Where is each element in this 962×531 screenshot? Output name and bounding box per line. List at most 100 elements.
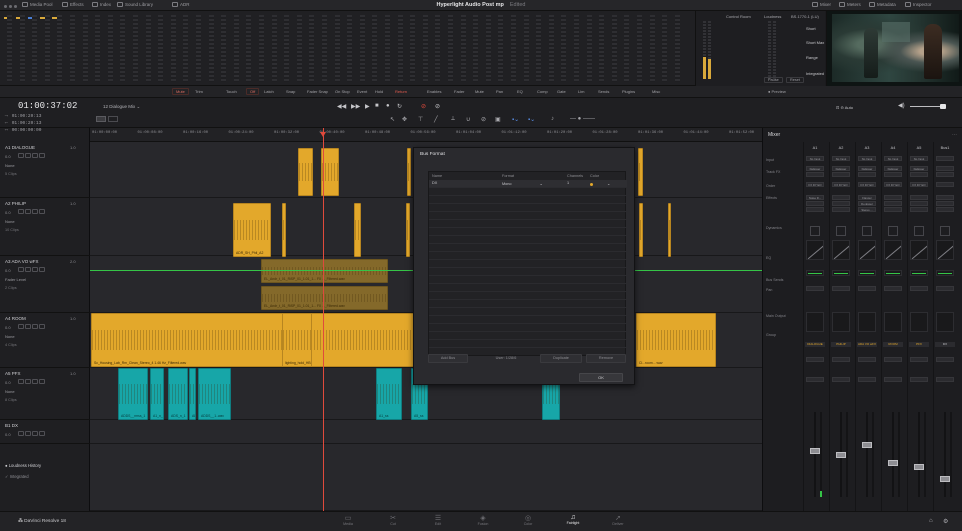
record-arm-icon[interactable] (25, 324, 31, 329)
chevron-down-icon[interactable]: ⌄ (607, 181, 610, 186)
group-slot[interactable] (910, 357, 928, 362)
loudness-reset-button[interactable]: Reset (786, 77, 804, 83)
loop-icon[interactable]: ↻ (397, 103, 402, 110)
main-volume-slider[interactable] (910, 106, 944, 107)
effect-slot[interactable] (936, 201, 954, 206)
volume-icon[interactable]: ◀) (898, 102, 905, 109)
automation-touch-button[interactable]: Touch (226, 89, 237, 94)
automation-pan-button[interactable]: Pan (496, 89, 503, 94)
track-volume[interactable]: 0.0 (5, 210, 11, 215)
effect-slot[interactable] (832, 207, 850, 212)
effect-slot[interactable] (910, 207, 928, 212)
main-volume-handle[interactable] (940, 104, 946, 109)
dynamics-knob[interactable] (914, 226, 924, 236)
effect-slot[interactable] (936, 195, 954, 200)
track-lane[interactable] (90, 420, 762, 444)
bus-send-slot[interactable] (936, 286, 954, 291)
effect-slot[interactable] (936, 207, 954, 212)
eq-graph[interactable] (936, 270, 954, 276)
fast-forward-icon[interactable]: ▶▶ (351, 103, 360, 110)
automation-on-stop-button[interactable]: On Stop (335, 89, 350, 94)
group-slot[interactable] (936, 357, 954, 362)
group-slot[interactable] (806, 357, 824, 362)
metadata-toggle-button[interactable]: Metadata (869, 2, 896, 7)
audio-clip[interactable]: Sc_Housing_Lab_Rm_Clean_Stereo_4 1.46 Hz… (91, 313, 416, 367)
solo-button[interactable] (32, 267, 38, 272)
duplicate-button[interactable]: Duplicate (540, 354, 582, 363)
track-volume[interactable]: 0.0 (5, 268, 11, 273)
range-tool-icon[interactable]: ✥ (402, 116, 407, 123)
track-header-a2[interactable]: A2 PHILIP 1.0 0.0 None 10 Clips (0, 198, 90, 256)
audio-clip[interactable]: A1_n_1 (150, 368, 164, 420)
pan-control[interactable] (936, 312, 954, 332)
solo-button[interactable] (32, 379, 38, 384)
bus-format-select[interactable]: Mono ⌄ (502, 181, 543, 186)
channel-fader[interactable] (862, 442, 872, 449)
automation-sends-button[interactable]: Sends (598, 89, 609, 94)
automation-lim-button[interactable]: Lim (578, 89, 584, 94)
track-fx-slot[interactable]: DeEsser (806, 166, 824, 171)
effect-slot[interactable] (910, 201, 928, 206)
timeline-ruler[interactable]: 01:00:00:00 01:00:08:00 01:00:16:00 01:00:2… (90, 128, 762, 142)
record-arm-icon[interactable] (25, 267, 31, 272)
audio-clip[interactable]: EL_Andr_t_01_RiSP_01_1.01_1... F0 ..._Fi… (261, 259, 388, 283)
channel-name-plate[interactable]: DX (935, 342, 955, 347)
solo-button[interactable] (32, 431, 38, 436)
track-volume[interactable]: 0.0 (5, 380, 11, 385)
record-arm-icon[interactable] (25, 431, 31, 436)
add-bus-button[interactable]: Add Bus (428, 354, 468, 363)
track-fx-slot[interactable]: DeEsser (884, 166, 902, 171)
eq-graph[interactable] (884, 270, 902, 276)
input-select[interactable]: No Input (858, 156, 876, 161)
audio-clip[interactable]: EL_Andr_t_01_RiSP_01_1.01_1... F0 ..._Fi… (261, 286, 388, 310)
channel-name-plate[interactable]: PHILIP (831, 342, 851, 347)
track-fx-slot[interactable] (936, 166, 954, 171)
order-slot[interactable] (936, 182, 954, 187)
view-options-icon[interactable]: ▣ (495, 116, 501, 123)
lock-icon[interactable] (18, 153, 24, 158)
bus-send-slot[interactable] (806, 286, 824, 291)
audio-clip[interactable] (298, 148, 313, 196)
track-header-a4[interactable]: A4 ROOM 1.0 0.0 None 4 Clips (0, 313, 90, 368)
zoom-slider-icon[interactable]: — ● —— (570, 116, 595, 122)
loudness-history-toggle[interactable]: ● Loudness History (5, 463, 41, 468)
dynamics-knob[interactable] (888, 226, 898, 236)
lock-icon[interactable] (18, 379, 24, 384)
page-tab-cut[interactable]: ✂ Cut (375, 514, 411, 526)
mute-button[interactable] (39, 379, 45, 384)
mute-button[interactable] (39, 153, 45, 158)
mute-button[interactable] (39, 209, 45, 214)
selection-tool-icon[interactable]: ↖ (390, 116, 395, 123)
inspector-toggle-button[interactable]: Inspector (905, 2, 932, 7)
input-select[interactable]: No Input (910, 156, 928, 161)
dynamics-graph[interactable] (936, 240, 954, 260)
dynamics-knob[interactable] (862, 226, 872, 236)
page-tab-color[interactable]: ◎ Color (510, 514, 546, 526)
mute-button[interactable] (39, 267, 45, 272)
channel-fader[interactable] (914, 464, 924, 470)
audio-clip[interactable]: ADDS__1..wav (198, 368, 231, 420)
page-tab-edit[interactable]: ☰ Edit (420, 514, 456, 526)
automation-fader-button[interactable]: Fader (454, 89, 464, 94)
pan-control[interactable] (832, 312, 850, 332)
channel-name-plate[interactable]: PFX (909, 342, 929, 347)
settings-icon[interactable]: ⚙ (943, 518, 948, 525)
track-volume[interactable]: 0.0 (5, 432, 11, 437)
track-fx-slot-2[interactable] (910, 172, 928, 177)
automation-gate-button[interactable]: Gate (557, 89, 566, 94)
effect-slot[interactable] (910, 195, 928, 200)
audio-clip[interactable] (354, 203, 361, 257)
dynamics-knob[interactable] (810, 226, 820, 236)
lock-icon[interactable] (18, 209, 24, 214)
audio-clip[interactable]: Cl...room... wav (636, 313, 716, 367)
rewind-icon[interactable]: ◀◀ (337, 103, 346, 110)
track-name[interactable]: A4 ROOM (5, 316, 26, 321)
dynamics-knob[interactable] (940, 226, 950, 236)
track-name[interactable]: A3 ADA VO wFX (5, 259, 39, 264)
order-slot[interactable]: FX DY EQ (858, 182, 876, 187)
input-select[interactable]: No Input (832, 156, 850, 161)
index-view-icon[interactable] (108, 116, 118, 122)
solo-button[interactable] (32, 324, 38, 329)
automation-misc-button[interactable]: Misc (652, 89, 660, 94)
automation-comp-button[interactable]: Comp (537, 89, 548, 94)
